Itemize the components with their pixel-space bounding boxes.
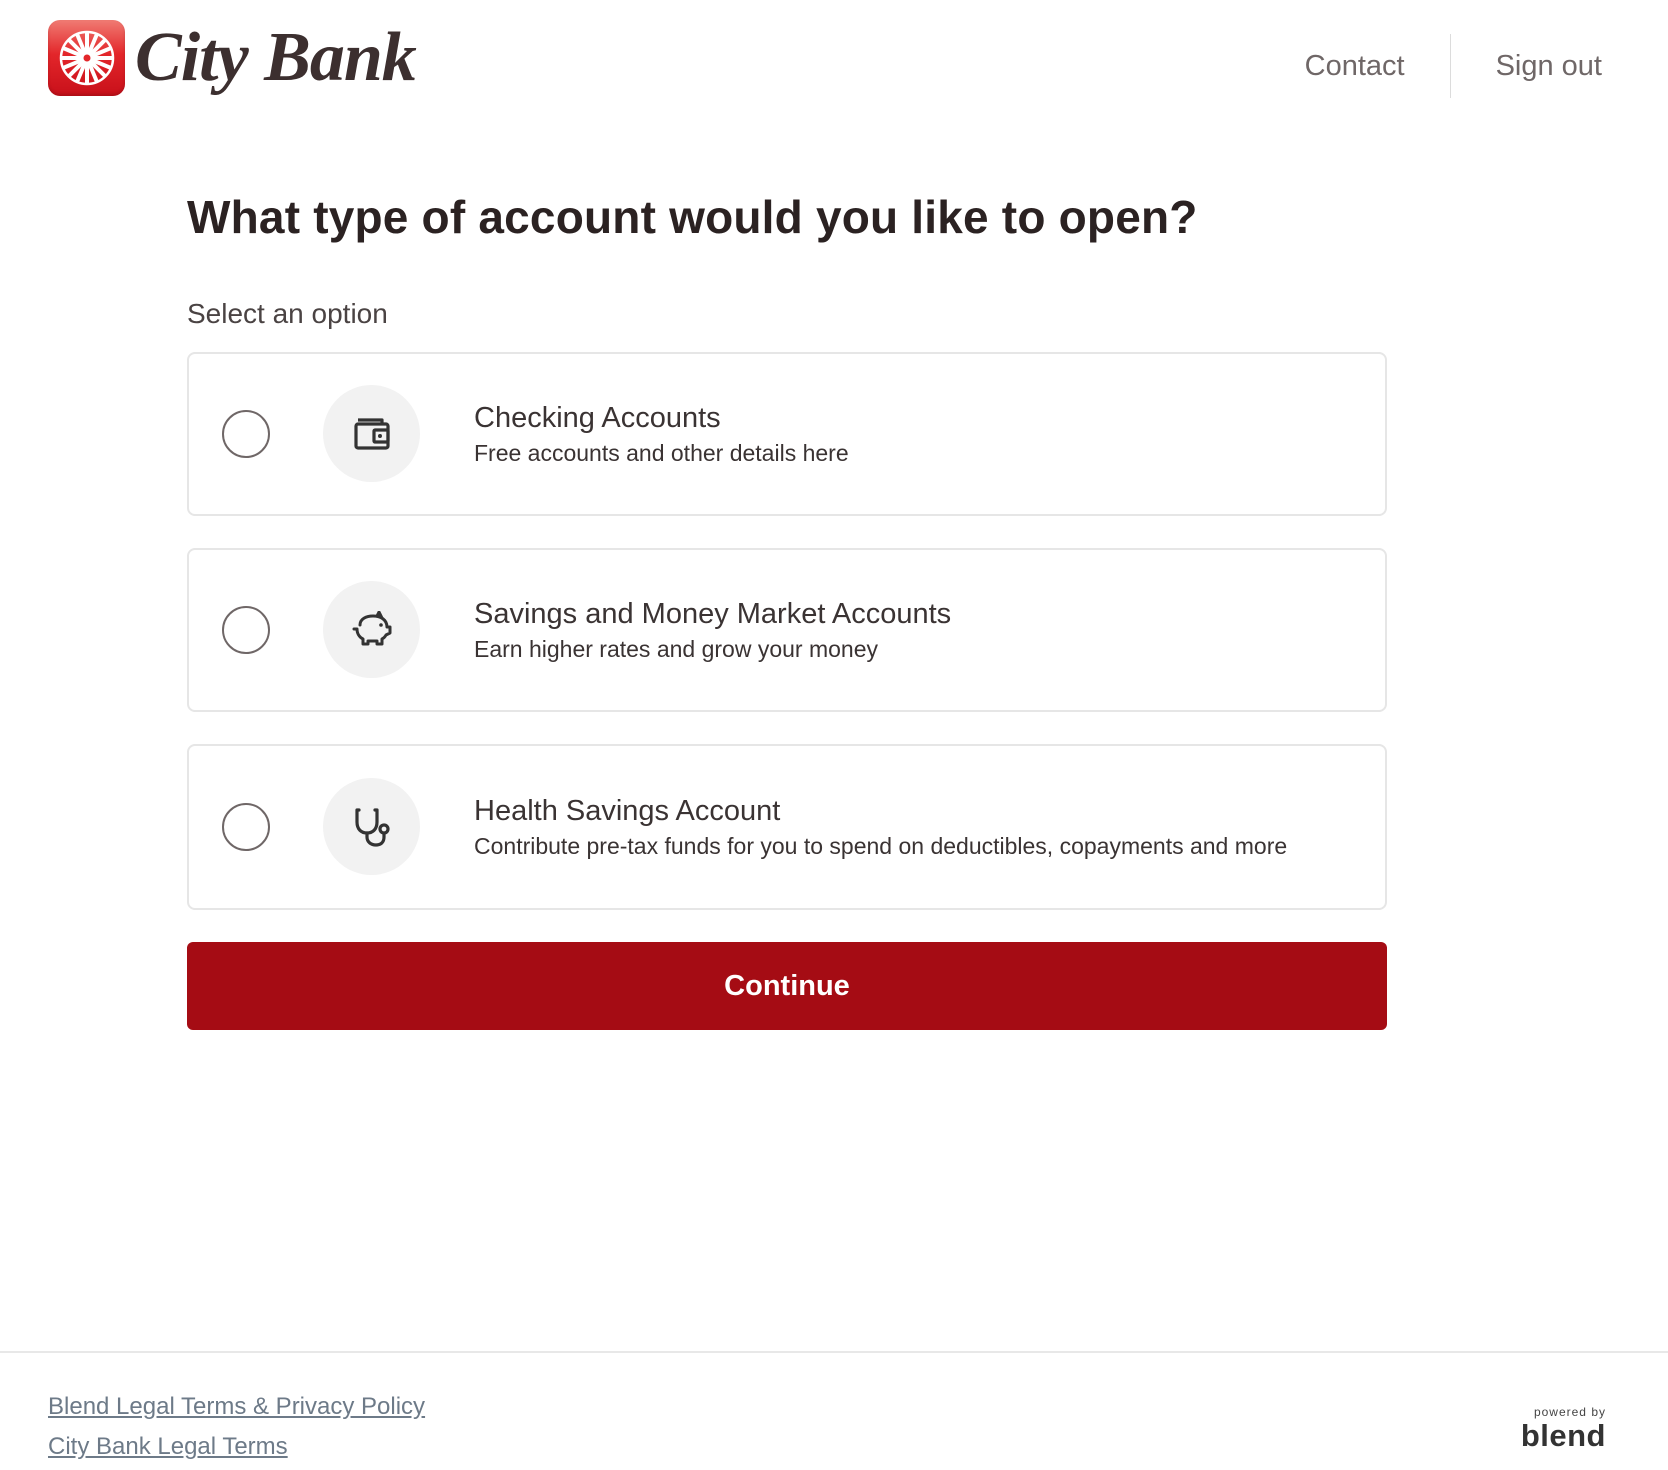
option-title: Health Savings Account [474,795,781,827]
blend-logo: blend [1520,1418,1606,1453]
city-bank-legal-terms-link[interactable]: City Bank Legal Terms [48,1427,425,1467]
footer-links: Blend Legal Terms & Privacy Policy City … [48,1387,425,1467]
blend-legal-terms-link[interactable]: Blend Legal Terms & Privacy Policy [48,1387,425,1427]
option-savings-money-market[interactable]: Savings and Money Market Accounts Earn h… [187,548,1387,712]
radio-checking[interactable] [222,410,270,458]
continue-button[interactable]: Continue [187,942,1387,1030]
radio-health-savings[interactable] [222,803,270,851]
main-content: What type of account would you like to o… [187,190,1387,1030]
select-option-label: Select an option [187,298,388,329]
account-type-options: Checking Accounts Free accounts and othe… [187,352,1387,910]
page: City Bank Contact Sign out What type of … [0,0,1668,1470]
radio-savings[interactable] [222,606,270,654]
contact-link[interactable]: Contact [1305,50,1405,83]
nav-divider [1449,34,1451,98]
option-title: Checking Accounts [474,402,721,434]
logo-wheel-icon [48,20,125,96]
powered-by-label: powered by [1533,1405,1606,1419]
header: City Bank Contact Sign out [0,0,1668,140]
piggy-bank-icon [323,581,420,678]
option-description: Contribute pre-tax funds for you to spen… [474,833,1288,859]
option-description: Free accounts and other details here [474,440,849,466]
option-text: Savings and Money Market Accounts Earn h… [474,596,1325,664]
option-text: Checking Accounts Free accounts and othe… [474,400,1325,468]
page-title: What type of account would you like to o… [187,191,1198,243]
powered-by-blend: powered by blend [1521,1405,1606,1453]
option-title: Savings and Money Market Accounts [474,598,952,630]
logo-wordmark: City Bank [135,19,417,96]
option-description: Earn higher rates and grow your money [474,636,878,662]
option-health-savings-account[interactable]: Health Savings Account Contribute pre-ta… [187,744,1387,910]
option-checking-accounts[interactable]: Checking Accounts Free accounts and othe… [187,352,1387,516]
wallet-icon [323,385,420,482]
city-bank-logo[interactable]: City Bank [48,19,417,96]
footer: Blend Legal Terms & Privacy Policy City … [0,1351,1668,1470]
header-nav: Contact Sign out [1305,34,1668,98]
stethoscope-icon [323,778,420,875]
sign-out-link[interactable]: Sign out [1496,50,1602,83]
option-text: Health Savings Account Contribute pre-ta… [474,793,1325,861]
